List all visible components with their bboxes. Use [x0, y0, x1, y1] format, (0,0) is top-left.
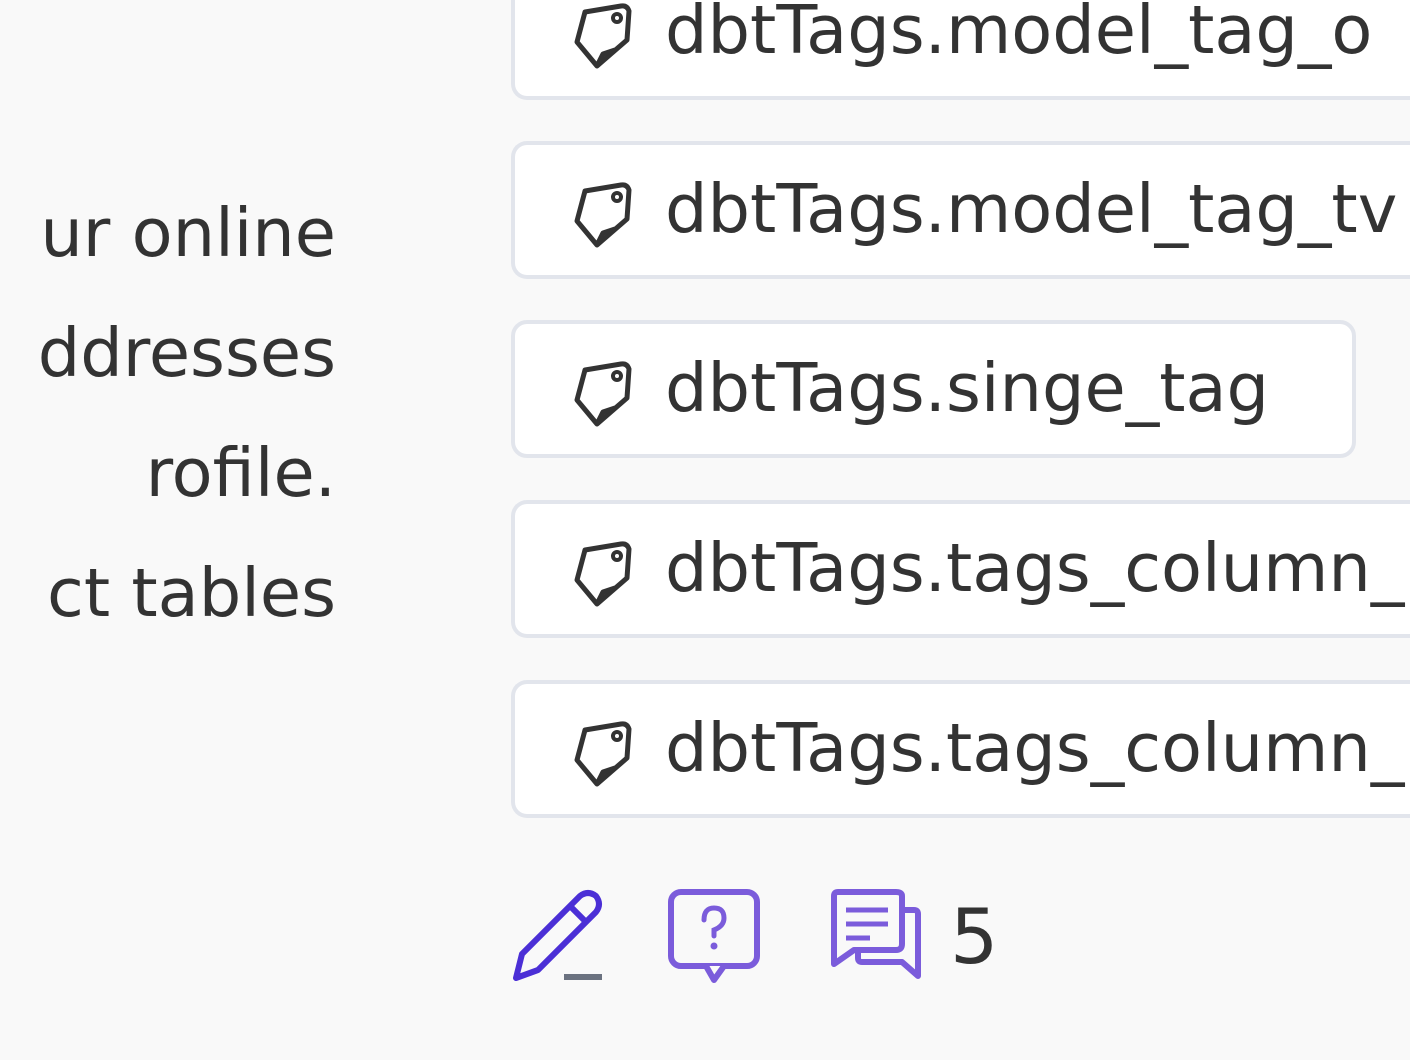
tag-label: dbtTags.tags_column_	[665, 529, 1405, 607]
entity-actions: 5	[510, 888, 1110, 984]
description-line: ct tables	[46, 554, 336, 632]
conversation-count: 5	[950, 892, 999, 981]
entity-details-page: ur online ddresses rofile. ct tables dbt…	[0, 0, 1410, 1060]
tag-chip[interactable]: dbtTags.tags_column_	[511, 680, 1410, 818]
description-line: ur online	[40, 194, 336, 272]
description-line: rofile.	[145, 434, 336, 512]
tag-chip[interactable]: dbtTags.model_tag_tv	[511, 141, 1410, 279]
pencil-edit-icon[interactable]	[510, 888, 606, 984]
tag-label: dbtTags.tags_column_	[665, 709, 1405, 787]
tag-chip[interactable]: dbtTags.model_tag_o	[511, 0, 1410, 100]
description-line: ddresses	[37, 314, 336, 392]
question-bubble-icon[interactable]	[668, 888, 762, 984]
tag-icon	[574, 3, 632, 69]
conversation-icon[interactable]	[830, 888, 924, 984]
tag-icon	[574, 182, 632, 248]
tag-icon	[574, 361, 632, 427]
tag-icon	[574, 721, 632, 787]
tag-label: dbtTags.model_tag_tv	[665, 170, 1398, 248]
description-text: ur online ddresses rofile. ct tables	[0, 0, 400, 700]
tag-icon	[574, 541, 632, 607]
tag-chip[interactable]: dbtTags.singe_tag	[511, 320, 1356, 458]
tag-chip[interactable]: dbtTags.tags_column_	[511, 500, 1410, 638]
tag-label: dbtTags.singe_tag	[665, 349, 1270, 427]
tag-label: dbtTags.model_tag_o	[665, 0, 1373, 69]
